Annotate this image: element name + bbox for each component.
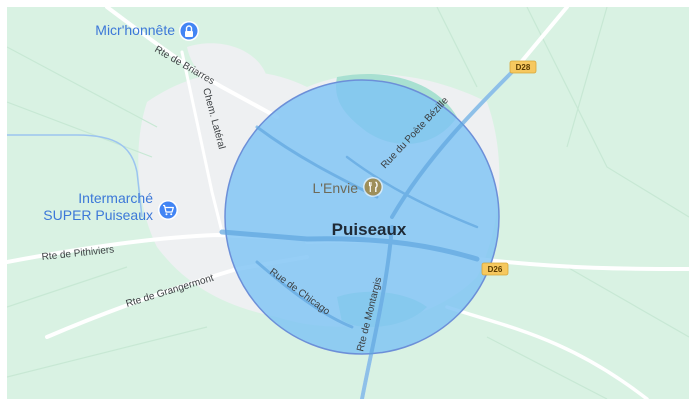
poi-micr-honnete-label[interactable]: Micr'honnête	[95, 22, 175, 38]
shopping-cart-icon[interactable]	[158, 200, 178, 220]
lock-icon[interactable]	[179, 21, 199, 41]
route-shield-d28: D28	[509, 60, 537, 74]
poi-intermarche-label-line1[interactable]: Intermarché	[78, 190, 153, 206]
radius-circle[interactable]	[224, 79, 500, 355]
svg-text:D28: D28	[516, 63, 531, 72]
poi-lenvie[interactable]: L'Envie	[313, 177, 383, 197]
svg-text:D26: D26	[488, 265, 503, 274]
town-label[interactable]: Puiseaux	[332, 220, 407, 239]
route-shield-d26: D26	[481, 262, 509, 276]
map-view[interactable]: D28 D26 Rte de Briarres Chem. Latéral Ru…	[7, 7, 689, 399]
restaurant-icon[interactable]	[363, 177, 383, 197]
poi-lenvie-label[interactable]: L'Envie	[313, 180, 359, 196]
poi-intermarche-label-line2[interactable]: SUPER Puiseaux	[43, 207, 153, 223]
